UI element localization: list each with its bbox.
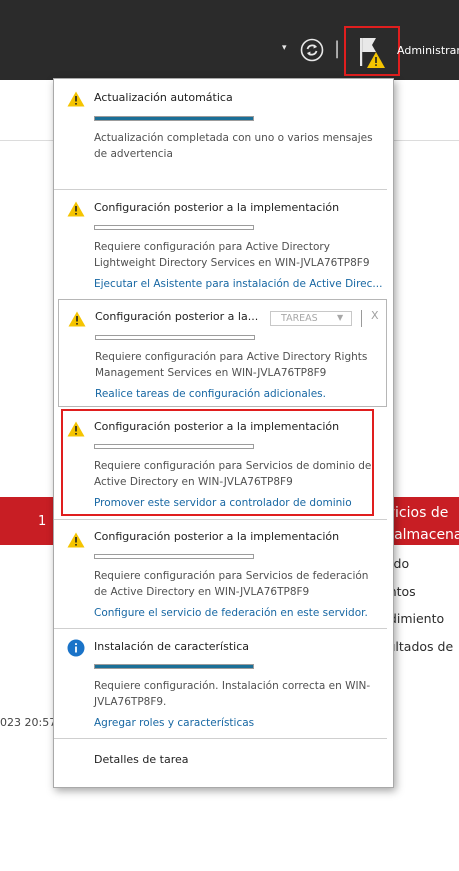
- notification-description: Requiere configuración. Instalación corr…: [94, 680, 371, 708]
- manage-menu[interactable]: Administrar: [397, 44, 459, 57]
- progress-bar: [94, 664, 254, 669]
- notification-description: Requiere configuración para Active Direc…: [95, 351, 368, 379]
- add-roles-features-link[interactable]: Agregar roles y características: [94, 717, 254, 729]
- notifications-panel: Actualización automática Actualización c…: [53, 78, 394, 788]
- run-adlds-wizard-link[interactable]: Ejecutar el Asistente para instalación d…: [94, 278, 382, 290]
- refresh-icon[interactable]: [300, 38, 324, 62]
- dropdown-caret-icon[interactable]: ▾: [282, 43, 287, 53]
- notification-title: Configuración posterior a la implementac…: [94, 530, 340, 543]
- flag-warning-icon: [360, 38, 385, 68]
- notification-description: Requiere configuración para Active Direc…: [94, 241, 370, 269]
- notification-title: Configuración posterior a la...: [95, 310, 259, 323]
- notification-item[interactable]: Instalación de característica Requiere c…: [54, 629, 393, 737]
- progress-bar: [94, 444, 254, 449]
- notifications-flag-button[interactable]: [344, 26, 400, 76]
- notification-item[interactable]: Configuración posterior a la implementac…: [54, 520, 393, 628]
- notification-description: Requiere configuración para Servicios de…: [94, 570, 369, 598]
- notification-description: Actualización completada con uno o vario…: [94, 132, 373, 160]
- warning-icon: [67, 201, 85, 217]
- notification-title: Actualización automática: [94, 91, 233, 104]
- notification-title: Configuración posterior a la implementac…: [94, 420, 340, 433]
- divider: [361, 310, 362, 327]
- notification-item[interactable]: Actualización automática Actualización c…: [54, 79, 393, 187]
- close-notification-button[interactable]: X: [371, 309, 379, 322]
- tasks-dropdown[interactable]: TAREAS ▼: [270, 311, 352, 326]
- promote-domain-controller-link[interactable]: Promover este servidor a controlador de …: [94, 497, 352, 509]
- progress-bar: [94, 225, 254, 230]
- chevron-down-icon: ▼: [337, 313, 344, 322]
- warning-icon: [67, 91, 85, 107]
- task-details-link[interactable]: Detalles de tarea: [94, 753, 189, 766]
- top-bar: ▾ | Administrar: [0, 0, 459, 80]
- tasks-label: TAREAS: [281, 313, 318, 324]
- divider: [54, 738, 387, 739]
- role-tile-count: 1: [38, 514, 47, 529]
- progress-bar: [95, 335, 255, 340]
- warning-icon: [68, 311, 86, 327]
- progress-bar: [94, 116, 254, 121]
- notification-item[interactable]: Configuración posterior a la implementac…: [54, 190, 393, 298]
- notification-item-hovered[interactable]: Configuración posterior a la... TAREAS ▼…: [58, 299, 387, 407]
- info-icon: [67, 639, 85, 657]
- notification-description: Requiere configuración para Servicios de…: [94, 460, 372, 488]
- progress-bar: [94, 554, 254, 559]
- warning-icon: [67, 532, 85, 548]
- additional-config-link[interactable]: Realice tareas de configuración adiciona…: [95, 388, 326, 400]
- toolbar-separator: |: [334, 38, 341, 59]
- warning-icon: [67, 421, 85, 437]
- notification-title: Configuración posterior a la implementac…: [94, 201, 340, 214]
- background-timestamp: 023 20:57: [0, 716, 57, 729]
- configure-federation-link[interactable]: Configure el servicio de federación en e…: [94, 607, 368, 619]
- notification-title: Instalación de característica: [94, 640, 249, 653]
- notification-item[interactable]: Configuración posterior a la implementac…: [54, 411, 393, 519]
